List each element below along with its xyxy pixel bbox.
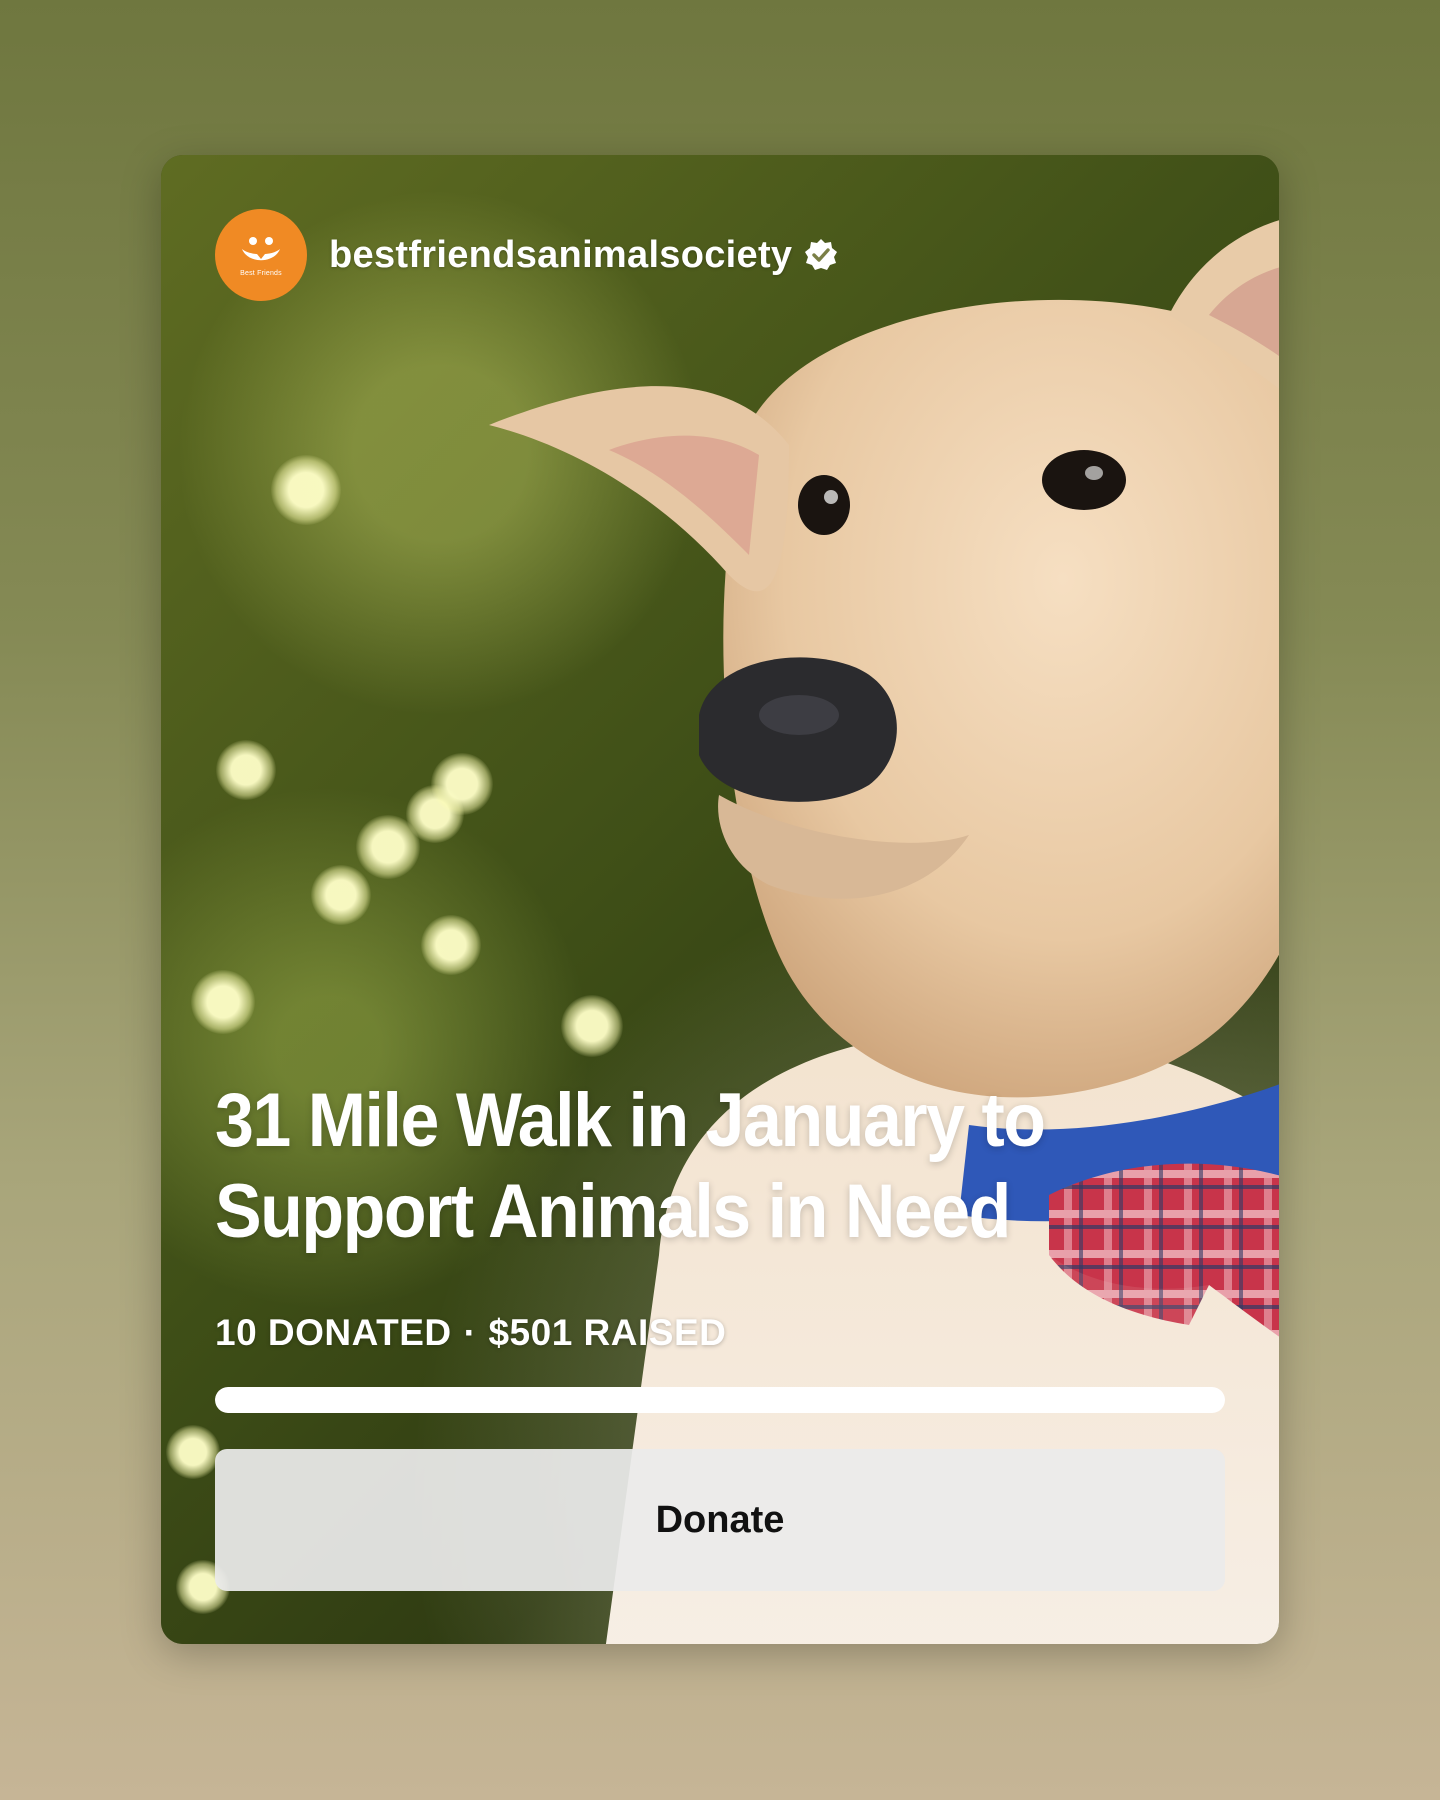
bokeh-light: [191, 970, 255, 1034]
best-friends-logo-icon: [242, 236, 280, 260]
donated-count: 10 DONATED: [215, 1312, 452, 1353]
bokeh-light: [431, 753, 493, 815]
fundraiser-progress-bar: [215, 1387, 1225, 1413]
dog-photo: [489, 220, 1279, 1644]
amount-raised: $501 RAISED: [488, 1312, 727, 1353]
account-name[interactable]: bestfriendsanimalsociety: [329, 234, 792, 277]
account-header[interactable]: Best Friends bestfriendsanimalsociety: [215, 209, 838, 301]
bokeh-light: [421, 915, 481, 975]
avatar-label: Best Friends: [240, 269, 282, 277]
stats-separator: ·: [463, 1312, 477, 1353]
fundraiser-card[interactable]: Best Friends bestfriendsanimalsociety 31…: [161, 155, 1279, 1644]
avatar[interactable]: Best Friends: [215, 209, 307, 301]
fundraiser-stats: 10 DONATED · $501 RAISED: [215, 1312, 726, 1354]
donate-button[interactable]: Donate: [215, 1449, 1225, 1591]
bokeh-light: [311, 865, 371, 925]
bokeh-light: [216, 740, 276, 800]
verified-badge-icon: [805, 239, 838, 270]
progress-fill: [215, 1387, 1225, 1413]
bokeh-light: [271, 455, 341, 525]
fundraiser-title: 31 Mile Walk in January to Support Anima…: [215, 1078, 1046, 1255]
bokeh-light: [166, 1425, 220, 1479]
